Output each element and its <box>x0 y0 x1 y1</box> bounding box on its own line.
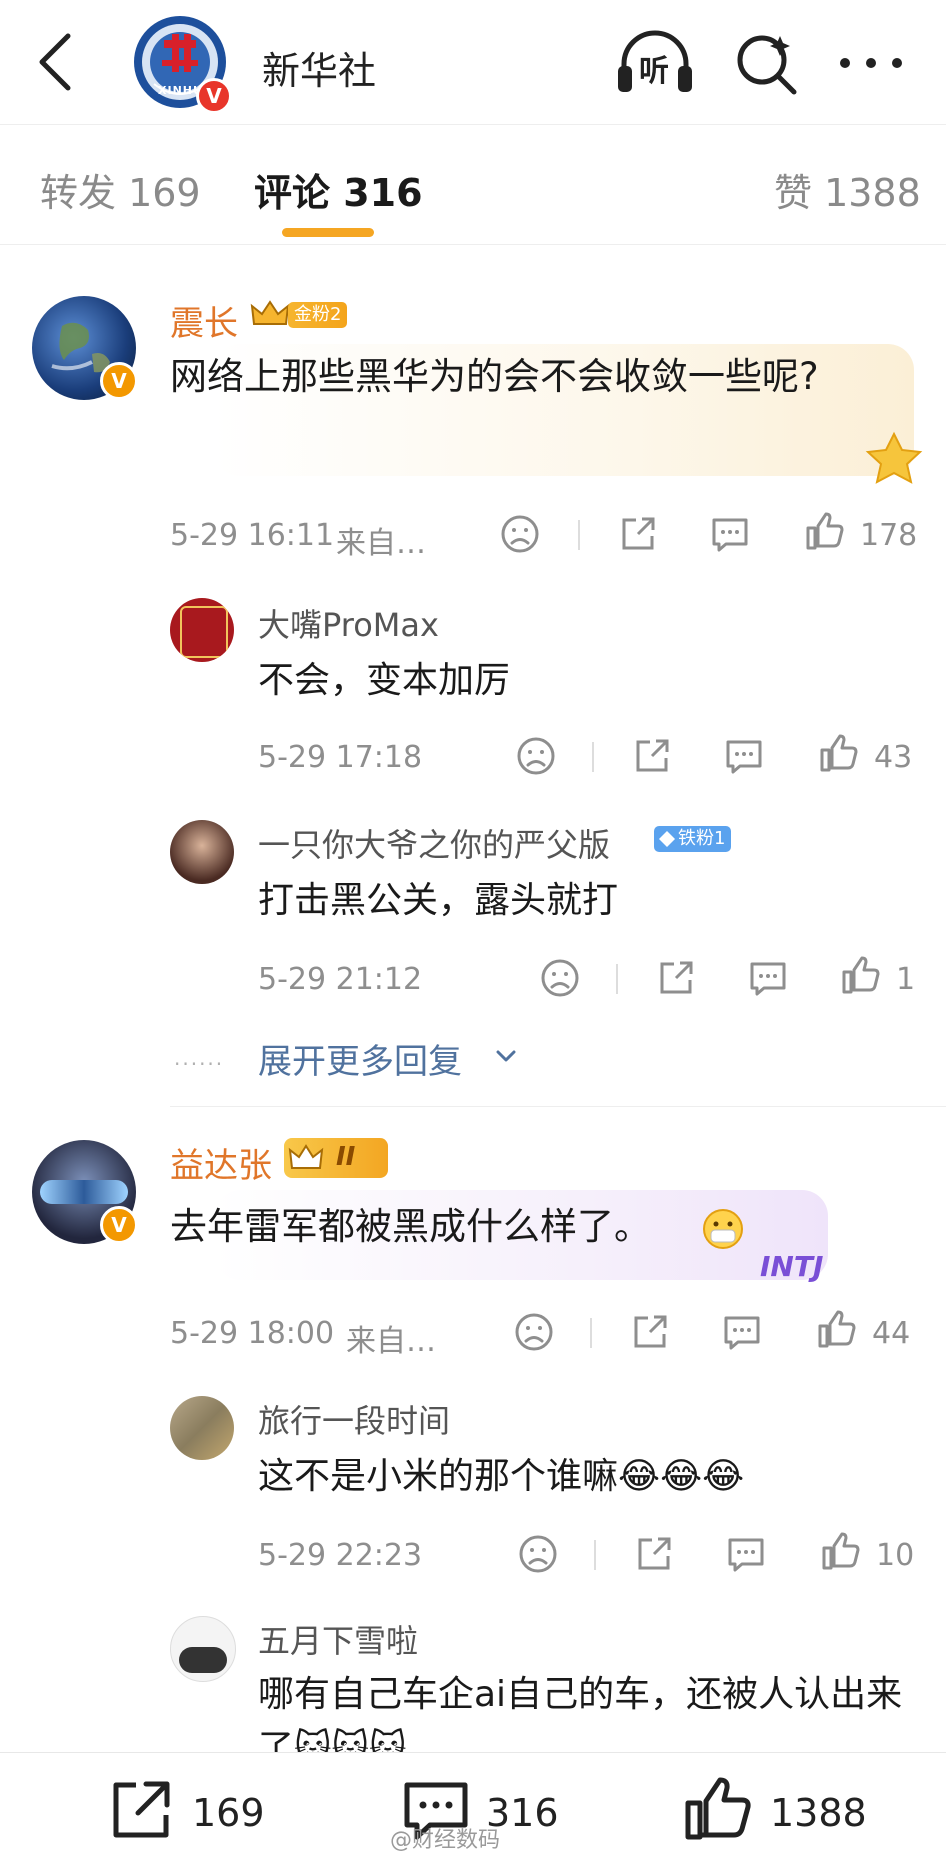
dislike-face-icon[interactable] <box>540 958 580 998</box>
reply-text: 这不是小米的那个谁嘛😂😂😂 <box>258 1456 745 1497</box>
avatar[interactable] <box>170 1396 234 1460</box>
reply-time: 5-29 22:23 <box>258 1538 423 1573</box>
watermark: @财经数码 <box>390 1828 501 1853</box>
tab-likes[interactable]: 赞 1388 <box>774 162 921 217</box>
active-tab-indicator <box>282 228 374 237</box>
reply-text: 哪有自己车企ai自己的车，还被人认出来了🐱🐱🐱 <box>258 1674 903 1752</box>
comment-username[interactable]: 震长 <box>170 296 238 345</box>
listen-label: 听 <box>639 54 669 89</box>
reply-username[interactable]: 一只你大爷之你的严父版 <box>258 820 610 866</box>
divider <box>616 964 618 994</box>
search-icon[interactable] <box>734 30 800 96</box>
thumbs-up-icon <box>685 1777 751 1840</box>
divider <box>578 520 580 550</box>
listen-button[interactable]: 听 <box>614 28 696 96</box>
reply-comment-icon[interactable] <box>722 1312 762 1352</box>
back-arrow-icon[interactable] <box>30 30 80 94</box>
vr-headset-decoration <box>40 1180 128 1204</box>
share-icon <box>113 1781 170 1838</box>
like-count: 44 <box>872 1316 911 1351</box>
share-icon[interactable] <box>630 1312 670 1352</box>
thumbs-up-icon[interactable] <box>816 1310 856 1350</box>
share-icon[interactable] <box>632 736 672 776</box>
thumbs-up-icon[interactable] <box>820 1532 860 1572</box>
fan-badge: 金粉2 <box>288 302 348 328</box>
reply-username[interactable]: 五月下雪啦 <box>258 1616 418 1662</box>
dotted-line-decoration: ······ <box>174 1052 225 1076</box>
dislike-face-icon[interactable] <box>518 1534 558 1574</box>
reply-comment-icon[interactable] <box>748 958 788 998</box>
reply-username[interactable]: 旅行一段时间 <box>258 1396 450 1442</box>
thumbs-up-icon[interactable] <box>818 734 858 774</box>
expand-more-replies-link[interactable]: 展开更多回复 <box>258 1034 462 1083</box>
share-icon[interactable] <box>634 1534 674 1574</box>
like-count: 1 <box>896 962 916 997</box>
divider <box>594 1540 596 1570</box>
more-options-icon[interactable] <box>836 48 906 78</box>
dislike-face-icon[interactable] <box>514 1312 554 1352</box>
reply-comment-icon[interactable] <box>726 1534 766 1574</box>
comment-time: 5-29 18:00 <box>170 1316 335 1351</box>
comment-username[interactable]: 益达张 <box>170 1138 272 1187</box>
thumbs-up-icon[interactable] <box>840 956 880 996</box>
verified-v-icon: V <box>196 78 232 114</box>
star-badge-icon <box>865 431 923 484</box>
thumbs-up-icon[interactable] <box>804 512 844 552</box>
like-count: 178 <box>860 518 918 553</box>
reply-username[interactable]: 大嘴ProMax <box>258 600 439 646</box>
like-button[interactable]: 1388 <box>682 1775 882 1845</box>
crown-icon <box>250 300 290 325</box>
reply-text: 不会，变本加厉 <box>258 660 511 701</box>
comment-divider <box>170 1106 946 1107</box>
avatar[interactable] <box>170 820 234 884</box>
divider <box>590 1318 592 1348</box>
avatar[interactable] <box>170 1616 236 1682</box>
crown-icon <box>288 1144 324 1169</box>
chevron-down-icon[interactable] <box>494 1044 518 1068</box>
reply-comment-icon[interactable] <box>710 514 750 554</box>
reply-time: 5-29 21:12 <box>258 962 423 997</box>
top-nav-bar: XINHUA V 新华社 听 <box>0 0 946 125</box>
mbti-tag: INTJ <box>760 1250 824 1283</box>
tab-bar: 转发 169 评论 316 赞 1388 <box>0 124 946 245</box>
level-badge: II <box>284 1138 388 1178</box>
comment-source: 来自… <box>336 526 426 561</box>
share-icon[interactable] <box>618 514 658 554</box>
tab-reposts[interactable]: 转发 169 <box>40 162 201 217</box>
mask-face-emoji-icon <box>703 1209 743 1249</box>
verified-v-icon: V <box>100 362 138 400</box>
level-badge-text: II <box>336 1142 356 1172</box>
like-count: 1388 <box>770 1791 867 1835</box>
verified-v-icon: V <box>100 1206 138 1244</box>
reply-comment-icon[interactable] <box>724 736 764 776</box>
avatar-cartoon-art <box>179 1647 227 1673</box>
share-icon[interactable] <box>656 958 696 998</box>
comment-text: 去年雷军都被黑成什么样了。 <box>170 1205 651 1248</box>
like-count: 10 <box>876 1538 915 1573</box>
repost-count: 169 <box>192 1791 265 1835</box>
avatar-calligraphy-art <box>180 606 228 658</box>
dislike-face-icon[interactable] <box>516 736 556 776</box>
comment-source: 来自… <box>346 1324 436 1359</box>
reply-text: 打击黑公关，露头就打 <box>258 880 619 921</box>
account-avatar[interactable]: XINHUA V <box>132 14 234 116</box>
tab-comments[interactable]: 评论 316 <box>254 162 423 217</box>
dislike-face-icon[interactable] <box>500 514 540 554</box>
divider <box>592 742 594 772</box>
diamond-icon <box>659 831 675 847</box>
avatar[interactable] <box>170 598 234 662</box>
account-name[interactable]: 新华社 <box>262 40 376 95</box>
like-count: 43 <box>874 740 913 775</box>
reply-time: 5-29 17:18 <box>258 740 423 775</box>
comment-time: 5-29 16:11 <box>170 518 335 553</box>
comment-text: 网络上那些黑华为的会不会收敛一些呢? <box>170 355 819 398</box>
repost-button[interactable]: 169 <box>108 1775 268 1845</box>
